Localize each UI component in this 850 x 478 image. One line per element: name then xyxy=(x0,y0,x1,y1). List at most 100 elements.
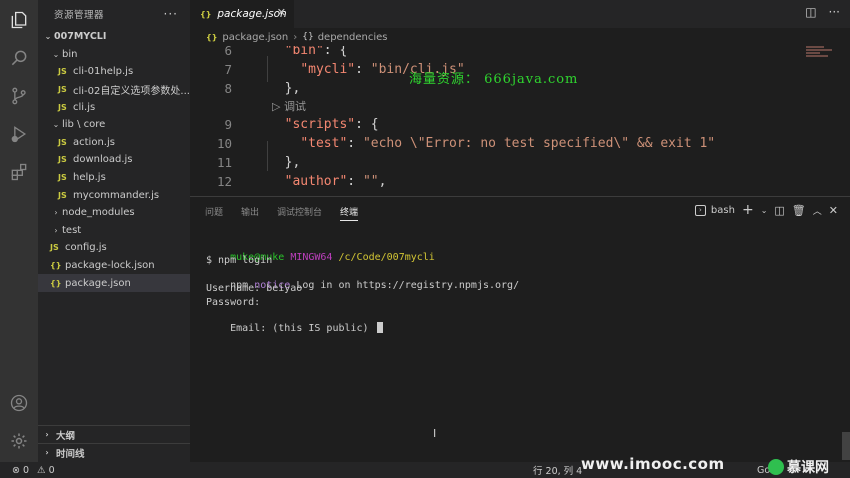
minimap[interactable] xyxy=(806,46,836,64)
file-item[interactable]: {} package-lock.json xyxy=(38,257,190,275)
code-token-key: "bin" xyxy=(284,46,324,58)
tree-item-label: node_modules xyxy=(62,207,135,219)
more-actions-icon[interactable]: ··· xyxy=(829,5,840,19)
chevron-down-icon: ⌄ xyxy=(52,49,60,59)
chevron-right-icon: › xyxy=(45,448,49,457)
explorer-header: 资源管理器 ··· xyxy=(38,0,190,28)
problems-indicator[interactable]: ⊗ 0 ⚠ 0 xyxy=(12,465,55,476)
json-file-icon: {} xyxy=(50,261,62,271)
chevron-down-icon: ⌄ xyxy=(52,120,60,130)
warnings-count: ⚠ 0 xyxy=(37,464,55,476)
chevron-down-icon[interactable]: ⌄ xyxy=(761,206,768,215)
more-actions-icon[interactable]: ··· xyxy=(164,7,178,21)
breadcrumb-file[interactable]: package.json xyxy=(222,32,288,43)
chevron-right-icon: › xyxy=(45,430,49,439)
panel-tab-0[interactable]: 问题 xyxy=(205,205,223,221)
search-icon[interactable] xyxy=(0,39,38,77)
code-token-str: "echo \"Error: no test specified\" && ex… xyxy=(362,136,716,151)
folder-item[interactable]: › test xyxy=(38,222,190,240)
trash-icon[interactable]: 🗑 xyxy=(792,204,806,217)
json-file-icon: {} xyxy=(206,32,218,42)
maximize-panel-icon[interactable]: ︿ xyxy=(813,204,822,217)
folder-item[interactable]: › node_modules xyxy=(38,204,190,222)
outline-label: 大纲 xyxy=(56,430,76,442)
line-number: 11 xyxy=(216,155,232,170)
tree-item-label: cli-02自定义选项参数处... xyxy=(73,86,190,98)
code-token-key: "scripts" xyxy=(284,117,356,132)
run-debug-icon[interactable] xyxy=(0,115,38,153)
line-number: 9 xyxy=(224,117,232,132)
object-icon: {} xyxy=(302,32,314,42)
extensions-icon[interactable] xyxy=(0,153,38,191)
file-item[interactable]: JS action.js xyxy=(38,134,190,152)
code-token-indent xyxy=(269,155,285,170)
file-tree: ⌄ 007MYCLI ⌄ bin JS cli-01help.js JS cli-02自定义选… xyxy=(38,28,190,292)
split-terminal-icon[interactable]: ◫ xyxy=(774,204,784,217)
settings-gear-icon[interactable] xyxy=(0,422,38,460)
file-item[interactable]: JS cli-02自定义选项参数处... xyxy=(38,81,190,99)
terminal-email-line[interactable]: Email: (this IS public) xyxy=(206,311,383,345)
panel-tab-1[interactable]: 输出 xyxy=(241,205,259,221)
editor-tab-bar: {} package.json ✕ ◫ ··· xyxy=(190,0,850,28)
code-text: "author": "", xyxy=(269,174,387,189)
code-line: 12 "author": "", xyxy=(190,172,790,191)
code-token-rest: : xyxy=(355,62,371,77)
account-icon[interactable] xyxy=(0,384,38,422)
panel-tab-3[interactable]: 终端 xyxy=(340,205,359,221)
outline-section[interactable]: › 大纲 xyxy=(38,425,190,443)
terminal-scrollbar[interactable] xyxy=(842,432,850,460)
tree-item-label: mycommander.js xyxy=(73,189,160,201)
debug-codelens[interactable]: ▷ 调试 xyxy=(272,98,306,114)
file-item[interactable]: JS config.js xyxy=(38,239,190,257)
file-item[interactable]: JS help.js xyxy=(38,169,190,187)
close-icon[interactable]: ✕ xyxy=(277,6,286,19)
panel-tab-2[interactable]: 调试控制台 xyxy=(277,205,322,221)
file-item[interactable]: {} package.json xyxy=(38,274,190,292)
mouse-ibeam-cursor: I xyxy=(433,427,437,440)
tab-package-json[interactable]: {} package.json ✕ xyxy=(190,0,294,28)
brand-logo-icon xyxy=(768,459,784,475)
explorer-icon[interactable] xyxy=(0,1,38,39)
split-editor-icon[interactable]: ◫ xyxy=(805,5,816,19)
js-file-icon: JS xyxy=(58,155,67,165)
close-panel-icon[interactable]: ✕ xyxy=(829,204,838,217)
timeline-label: 时间线 xyxy=(56,448,85,460)
breadcrumb-section[interactable]: dependencies xyxy=(318,32,388,43)
terminal-shell-label: bash xyxy=(710,204,735,216)
terminal-email-prompt: Email: (this IS public) xyxy=(230,323,375,334)
add-terminal-icon[interactable]: + xyxy=(742,202,754,218)
tree-item-label: 007MYCLI xyxy=(54,31,107,43)
terminal-select[interactable]: › bash xyxy=(694,204,735,216)
editor-scrollbar[interactable] xyxy=(842,46,850,196)
tree-item-label: download.js xyxy=(73,154,133,166)
terminal-notice-text: Log in on https://registry.npmjs.org/ xyxy=(290,280,520,291)
tree-item-label: help.js xyxy=(73,172,106,184)
file-item[interactable]: JS mycommander.js xyxy=(38,186,190,204)
code-line: 10 "test": "echo \"Error: no test specif… xyxy=(190,134,790,153)
js-file-icon: JS xyxy=(58,173,67,183)
line-number: 10 xyxy=(216,136,232,151)
tree-item-label: cli-01help.js xyxy=(73,66,134,78)
watermark-brand: 慕课网 xyxy=(768,457,829,477)
json-file-icon: {} xyxy=(200,9,212,19)
tree-item-label: package-lock.json xyxy=(65,260,155,272)
source-control-icon[interactable] xyxy=(0,77,38,115)
line-number: 8 xyxy=(224,81,232,96)
code-token-indent xyxy=(269,81,285,96)
cursor-position[interactable]: 行 20, 列 4 xyxy=(533,463,582,477)
code-token-rest: : xyxy=(347,136,363,151)
terminal-username-line: Username: beiyao xyxy=(206,283,303,294)
code-token-rest: }, xyxy=(284,155,301,170)
file-item[interactable]: JS cli-01help.js xyxy=(38,63,190,81)
file-item[interactable]: JS cli.js xyxy=(38,98,190,116)
folder-item[interactable]: ⌄ bin xyxy=(38,46,190,64)
breadcrumb: {} package.json › {} dependencies xyxy=(190,28,850,46)
timeline-section[interactable]: › 时间线 xyxy=(38,443,190,461)
folder-item[interactable]: ⌄ lib \ core xyxy=(38,116,190,134)
project-root[interactable]: ⌄ 007MYCLI xyxy=(38,28,190,46)
tree-item-label: test xyxy=(62,224,82,236)
tree-item-label: config.js xyxy=(65,242,107,254)
file-item[interactable]: JS download.js xyxy=(38,151,190,169)
bottom-panel: 问题 输出 调试控制台 终端 › bash + ⌄ ◫ 🗑 ︿ ✕ muke@muke… xyxy=(190,196,850,462)
activity-bar xyxy=(0,0,38,462)
